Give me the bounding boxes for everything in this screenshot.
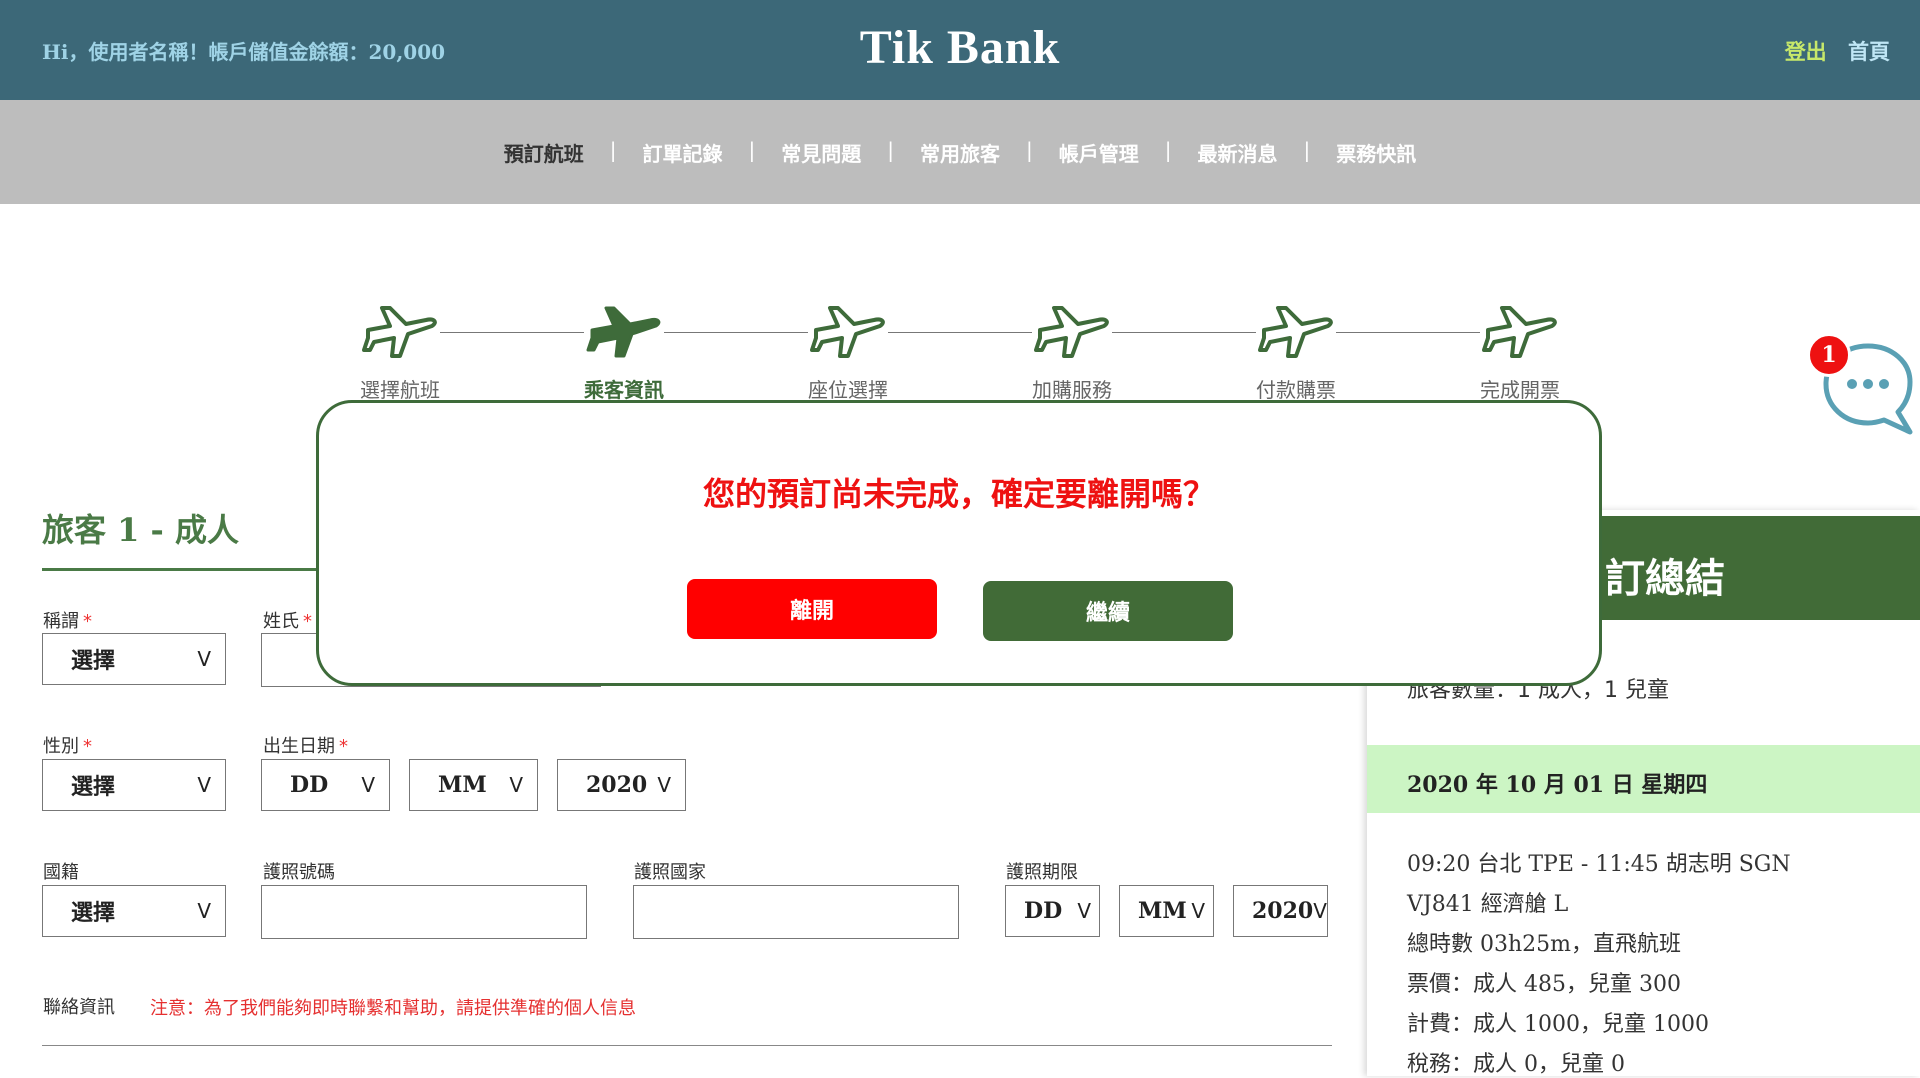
top-bar: Hi，使用者名稱！帳戶儲值金餘額：20,000 Tik Bank 登出 首頁 [0, 0, 1920, 100]
nav-separator: | [1026, 138, 1033, 162]
plane-outline-icon [1032, 300, 1112, 360]
flight-times: 09:20 台北 TPE - 11:45 胡志明 SGN [1407, 852, 1791, 877]
taxes: 稅務：成人 0，兒童 0 [1407, 1052, 1625, 1077]
chevron-down-icon: V [509, 773, 523, 797]
step-add-ons: 加購服務 [1012, 300, 1132, 403]
step-label: 座位選擇 [808, 378, 888, 402]
chevron-down-icon: V [197, 899, 211, 923]
step-passenger-info: 乘客資訊 [564, 300, 684, 403]
plane-outline-icon [1480, 300, 1560, 360]
plane-filled-icon [584, 300, 664, 360]
top-links: 登出 首頁 [1771, 36, 1890, 66]
passenger-title: 旅客 1 - 成人 [42, 511, 239, 549]
nav-separator: | [748, 138, 756, 162]
contact-label: 聯絡資訊 [43, 997, 115, 1018]
chevron-down-icon: V [197, 773, 211, 797]
title-select[interactable]: 選擇 V [42, 633, 226, 685]
passport-country-label: 護照國家 [634, 862, 706, 883]
charges: 計費：成人 1000，兒童 1000 [1407, 1012, 1709, 1037]
step-seat-selection: 座位選擇 [788, 300, 908, 403]
nav-item-book-flight[interactable]: 預訂航班 [478, 138, 610, 167]
passport-number-input[interactable] [261, 885, 587, 939]
nationality-label: 國籍 [43, 862, 79, 883]
expiry-month-select[interactable]: MM V [1119, 885, 1214, 937]
step-label: 乘客資訊 [584, 378, 664, 402]
expiry-day-select[interactable]: DD V [1005, 885, 1100, 937]
passport-country-input[interactable] [633, 885, 959, 939]
dob-month-select[interactable]: MM V [409, 759, 538, 811]
bottom-divider [42, 1045, 1332, 1046]
nav-item-account[interactable]: 帳戶管理 [1033, 138, 1165, 167]
leave-button[interactable]: 離開 [687, 579, 937, 639]
chat-unread-badge: 1 [1807, 333, 1851, 377]
nav-item-ticket-alerts[interactable]: 票務快訊 [1310, 138, 1442, 167]
fare: 票價：成人 485，兒童 300 [1407, 972, 1681, 997]
chevron-down-icon: V [361, 773, 375, 797]
dialog-message: 您的預訂尚未完成，確定要離開嗎？ [702, 475, 1215, 513]
plane-outline-icon [360, 300, 440, 360]
step-label: 選擇航班 [360, 378, 440, 402]
passport-number-label: 護照號碼 [263, 862, 335, 883]
chevron-down-icon: V [1191, 899, 1205, 923]
passport-expiry-label: 護照期限 [1006, 862, 1078, 883]
gender-label: 性別 * [43, 736, 92, 757]
flight-duration: 總時數 03h25m，直飛航班 [1407, 932, 1682, 957]
chevron-down-icon: V [197, 647, 211, 671]
surname-label: 姓氏 * [263, 611, 312, 632]
expiry-year-select[interactable]: 2020 V [1233, 885, 1328, 937]
flight-date: 2020 年 10 月 01 日 星期四 [1407, 772, 1708, 798]
step-label: 完成開票 [1480, 378, 1560, 402]
nav-separator: | [609, 138, 617, 162]
home-link[interactable]: 首頁 [1848, 39, 1890, 64]
chevron-down-icon: V [1313, 899, 1327, 923]
nav-separator: | [887, 138, 894, 162]
nationality-select[interactable]: 選擇 V [42, 885, 226, 937]
plane-outline-icon [1256, 300, 1336, 360]
flight-number: VJ841 經濟艙 L [1407, 892, 1569, 917]
step-payment: 付款購票 [1236, 300, 1356, 403]
dob-label: 出生日期 * [263, 736, 348, 757]
main-nav: 預訂航班 | 訂單記錄 | 常見問題 | 常用旅客 | 帳戶管理 | 最新消息 … [0, 138, 1920, 167]
plane-outline-icon [808, 300, 888, 360]
summary-title: 訂總結 [1605, 556, 1725, 602]
step-ticketing: 完成開票 [1460, 300, 1580, 403]
step-label: 加購服務 [1032, 378, 1112, 402]
continue-button[interactable]: 繼續 [983, 581, 1233, 641]
step-label: 付款購票 [1256, 378, 1336, 402]
main-nav-bar: 預訂航班 | 訂單記錄 | 常見問題 | 常用旅客 | 帳戶管理 | 最新消息 … [0, 100, 1920, 204]
flight-date-bar: 2020 年 10 月 01 日 星期四 [1367, 745, 1920, 813]
dob-year-select[interactable]: 2020 V [557, 759, 686, 811]
chevron-down-icon: V [657, 773, 671, 797]
nav-item-news[interactable]: 最新消息 [1172, 138, 1304, 167]
gender-select[interactable]: 選擇 V [42, 759, 226, 811]
chevron-down-icon: V [1077, 899, 1091, 923]
contact-note: 注意：為了我們能夠即時聯繫和幫助，請提供準確的個人信息 [150, 998, 636, 1019]
dob-day-select[interactable]: DD V [261, 759, 390, 811]
nav-separator: | [1303, 138, 1311, 162]
title-label: 稱謂 * [43, 611, 92, 632]
step-select-flight: 選擇航班 [340, 300, 460, 403]
nav-item-frequent-travelers[interactable]: 常用旅客 [894, 138, 1026, 167]
nav-item-faq[interactable]: 常見問題 [755, 138, 887, 167]
leave-confirm-dialog: 您的預訂尚未完成，確定要離開嗎？ 離開 繼續 [316, 400, 1602, 686]
nav-separator: | [1164, 138, 1172, 162]
nav-item-orders[interactable]: 訂單記錄 [617, 138, 749, 167]
logout-link[interactable]: 登出 [1785, 39, 1827, 64]
booking-progress: 選擇航班 乘客資訊 座位選擇 加購服務 付款購票 完成開票 [360, 300, 1560, 410]
brand-logo[interactable]: Tik Bank [0, 20, 1920, 75]
